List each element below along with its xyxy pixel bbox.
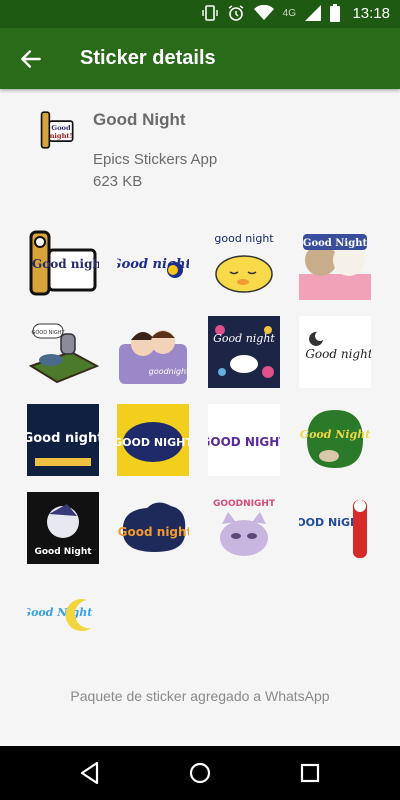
sticker-4[interactable]: Good Night	[299, 228, 371, 300]
sticker-grid: Good night! Good night good night Good N…	[0, 0, 400, 680]
sticker-text: GOOD NIGHT	[208, 435, 280, 449]
sticker-text: Good night!	[32, 257, 99, 271]
sticker-15[interactable]: GOODNIGHT	[208, 492, 280, 564]
sticker-14[interactable]: Good night	[117, 492, 189, 564]
footer-status-text: Paquete de sticker agregado a WhatsApp	[70, 688, 330, 704]
sticker-16[interactable]: GOOD NiGHT	[299, 492, 371, 564]
sticker-10[interactable]: GOOD NIGHT	[117, 404, 189, 476]
sticker-5[interactable]: GOOD NIGHT	[27, 316, 99, 388]
sticker-text: GOOD NIGHT	[31, 330, 65, 336]
sticker-9[interactable]: Good night	[27, 404, 99, 476]
sticker-text: Good Night	[300, 428, 371, 441]
sticker-17[interactable]: Good Night	[27, 580, 99, 652]
sticker-text: Good night	[118, 525, 189, 539]
sticker-text: GOODNIGHT	[213, 499, 276, 509]
sticker-text: Good Night	[27, 606, 92, 619]
sticker-text: goodnight	[149, 367, 189, 376]
recents-square-icon[interactable]	[297, 760, 323, 786]
sticker-8[interactable]: Good night	[299, 316, 371, 388]
sticker-text: GOOD NIGHT	[117, 436, 189, 449]
sticker-7[interactable]: Good night	[208, 316, 280, 388]
sticker-text: good night	[214, 232, 274, 245]
sticker-11[interactable]: GOOD NIGHT	[208, 404, 280, 476]
sticker-6[interactable]: goodnight	[117, 316, 189, 388]
sticker-13[interactable]: Good Night	[27, 492, 99, 564]
sticker-text: Good Night	[34, 547, 92, 557]
sticker-1[interactable]: Good night!	[27, 228, 99, 300]
sticker-text: Good night	[213, 332, 275, 345]
sticker-text: Good night	[27, 431, 99, 446]
sticker-text: Good night	[305, 347, 371, 361]
home-circle-icon[interactable]	[187, 760, 213, 786]
navigation-bar	[0, 746, 400, 800]
back-triangle-icon[interactable]	[77, 760, 103, 786]
sticker-text: Good Night	[303, 238, 368, 249]
sticker-12[interactable]: Good Night	[299, 404, 371, 476]
sticker-3[interactable]: good night	[208, 228, 280, 300]
sticker-2[interactable]: Good night	[117, 228, 189, 300]
